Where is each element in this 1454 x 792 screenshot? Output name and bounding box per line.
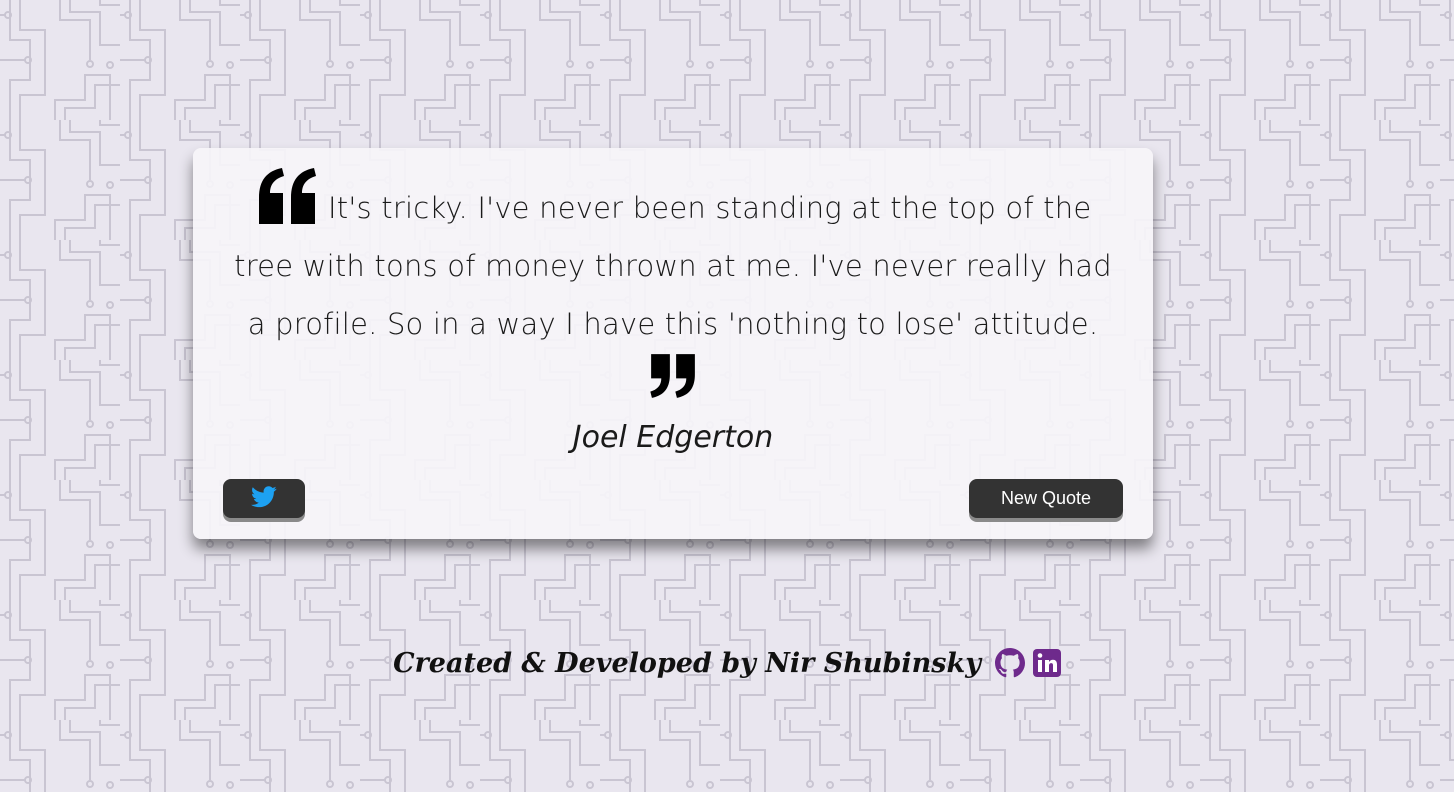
- quote-right-icon: [648, 354, 698, 398]
- footer: Created & Developed by Nir Shubinsky: [0, 640, 1454, 686]
- footer-credit: Created & Developed by Nir Shubinsky: [393, 647, 981, 679]
- tweet-button[interactable]: [223, 479, 305, 518]
- twitter-icon: [251, 486, 277, 511]
- quote-author: Joel Edgerton: [572, 420, 774, 455]
- quote-left-icon: [255, 168, 319, 224]
- new-quote-button[interactable]: New Quote: [969, 479, 1123, 518]
- quote-text-container: It's tricky. I've never been standing at…: [223, 168, 1123, 411]
- quote-card: It's tricky. I've never been standing at…: [193, 148, 1153, 539]
- linkedin-icon[interactable]: [1032, 649, 1061, 677]
- quote-text: It's tricky. I've never been standing at…: [234, 191, 1112, 341]
- github-icon[interactable]: [994, 648, 1025, 678]
